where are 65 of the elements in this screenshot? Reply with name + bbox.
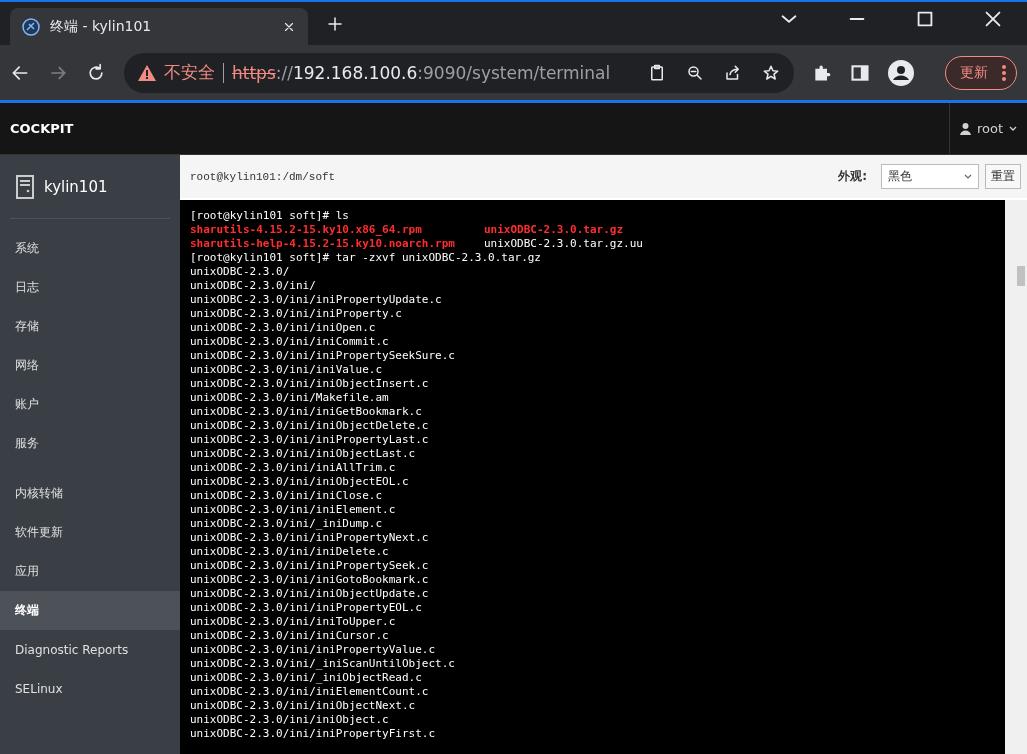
terminal-text: unixODBC-2.3.0/ini/iniObject.c	[190, 713, 389, 727]
sidebar-item[interactable]: 存储	[0, 307, 180, 346]
terminal-text: unixODBC-2.3.0/ini/iniOpen.c	[190, 321, 376, 335]
terminal-text: unixODBC-2.3.0/ini/iniCursor.c	[190, 629, 389, 643]
terminal-text: unixODBC-2.3.0/	[190, 265, 290, 279]
sidebar-item[interactable]: 终端	[0, 591, 180, 630]
appearance-select[interactable]: 黑色	[881, 164, 979, 189]
sidebar-item[interactable]: 系统	[0, 229, 180, 268]
terminal-text: unixODBC-2.3.0.tar.gz	[484, 223, 624, 237]
sidebar-item[interactable]: 应用	[0, 552, 180, 591]
sidebar-item[interactable]: 软件更新	[0, 513, 180, 552]
terminal-text: unixODBC-2.3.0/ini/iniDelete.c	[190, 545, 389, 559]
sidebar-item[interactable]: 网络	[0, 346, 180, 385]
appearance-label: 外观:	[838, 168, 867, 185]
terminal-text: unixODBC-2.3.0/ini/_iniObjectRead.c	[190, 671, 422, 685]
terminal-text: unixODBC-2.3.0/ini/iniElement.c	[190, 503, 396, 517]
browser-tab[interactable]: 终端 - kylin101	[10, 8, 308, 45]
terminal-text: sharutils-help-4.15.2-15.ky10.noarch.rpm	[190, 237, 456, 251]
host-name: kylin101	[44, 177, 108, 196]
terminal-text: unixODBC-2.3.0/ini/iniPropertySeek.c	[190, 559, 429, 573]
terminal-text: unixODBC-2.3.0.tar.gz.uu	[484, 237, 643, 251]
terminal-text: unixODBC-2.3.0/ini/iniPropertySeekSure.c	[190, 349, 455, 363]
terminal-text: unixODBC-2.3.0/ini/_iniDump.c	[190, 517, 383, 531]
sidebar-item[interactable]: 内核转储	[0, 474, 180, 513]
terminal-text: unixODBC-2.3.0/ini/iniObjectEOL.c	[190, 475, 409, 489]
terminal-text: unixODBC-2.3.0/ini/iniPropertyNext.c	[190, 531, 429, 545]
terminal-text: unixODBC-2.3.0/ini/iniObjectInsert.c	[190, 377, 429, 391]
terminal-text: sharutils-4.15.2-15.ky10.x86_64.rpm	[190, 223, 423, 237]
terminal-text: unixODBC-2.3.0/ini/iniToUpper.c	[190, 615, 396, 629]
terminal-text: unixODBC-2.3.0/ini/iniObjectLast.c	[190, 447, 416, 461]
terminal-text: unixODBC-2.3.0/ini/iniPropertyLast.c	[190, 433, 429, 447]
sidebar-item[interactable]: Diagnostic Reports	[0, 630, 180, 669]
reset-button[interactable]: 重置	[985, 164, 1021, 189]
tab-title: 终端 - kylin101	[50, 17, 153, 36]
terminal-text: unixODBC-2.3.0/ini/iniPropertyFirst.c	[190, 727, 436, 741]
terminal-text: unixODBC-2.3.0/ini/iniProperty.c	[190, 307, 402, 321]
terminal-text: unixODBC-2.3.0/ini/iniCommit.c	[190, 335, 389, 349]
terminal-text: unixODBC-2.3.0/ini/_iniScanUntilObject.c	[190, 657, 455, 671]
terminal-text: unixODBC-2.3.0/ini/iniObjectUpdate.c	[190, 587, 429, 601]
terminal-text: unixODBC-2.3.0/ini/iniObjectNext.c	[190, 699, 416, 713]
terminal-text: [root@kylin101 soft]# tar -zxvf unixODBC-2.3.0.tar.gz	[190, 251, 541, 265]
update-button[interactable]: 更新	[945, 55, 1017, 90]
sidebar-item[interactable]: 日志	[0, 268, 180, 307]
user-menu[interactable]: root	[948, 103, 1027, 154]
terminal-text: unixODBC-2.3.0/ini/iniObjectDelete.c	[190, 419, 429, 433]
terminal-text: [root@kylin101 soft]# ls	[190, 209, 349, 223]
terminal-text: unixODBC-2.3.0/ini/iniClose.c	[190, 489, 383, 503]
url-text: https://192.168.100.6:9090/system/terminal	[232, 62, 612, 83]
terminal-text: unixODBC-2.3.0/ini/iniGetBookmark.c	[190, 405, 422, 419]
brand-title: COCKPIT	[9, 121, 75, 136]
terminal-text: unixODBC-2.3.0/ini/	[190, 279, 316, 293]
terminal-text: unixODBC-2.3.0/ini/iniPropertyUpdate.c	[190, 293, 442, 307]
sidebar-item[interactable]: SELinux	[0, 669, 180, 708]
security-label: 不安全	[164, 61, 215, 84]
terminal-text: unixODBC-2.3.0/ini/iniPropertyValue.c	[190, 643, 436, 657]
terminal-text: unixODBC-2.3.0/ini/iniValue.c	[190, 363, 383, 377]
sidebar-item[interactable]: 账户	[0, 385, 180, 424]
terminal-text: unixODBC-2.3.0/ini/Makefile.am	[190, 391, 389, 405]
terminal-text: unixODBC-2.3.0/ini/iniPropertyEOL.c	[190, 601, 422, 615]
sidebar-item[interactable]: 服务	[0, 424, 180, 463]
address-bar[interactable]: 不安全 https://192.168.100.6:9090/system/terminal	[124, 52, 794, 93]
terminal-text: unixODBC-2.3.0/ini/iniElementCount.c	[190, 685, 429, 699]
terminal-title: root@kylin101:/dm/soft	[190, 170, 337, 183]
terminal-text: unixODBC-2.3.0/ini/iniGotoBookmark.c	[190, 573, 429, 587]
terminal-text: unixODBC-2.3.0/ini/iniAllTrim.c	[190, 461, 396, 475]
